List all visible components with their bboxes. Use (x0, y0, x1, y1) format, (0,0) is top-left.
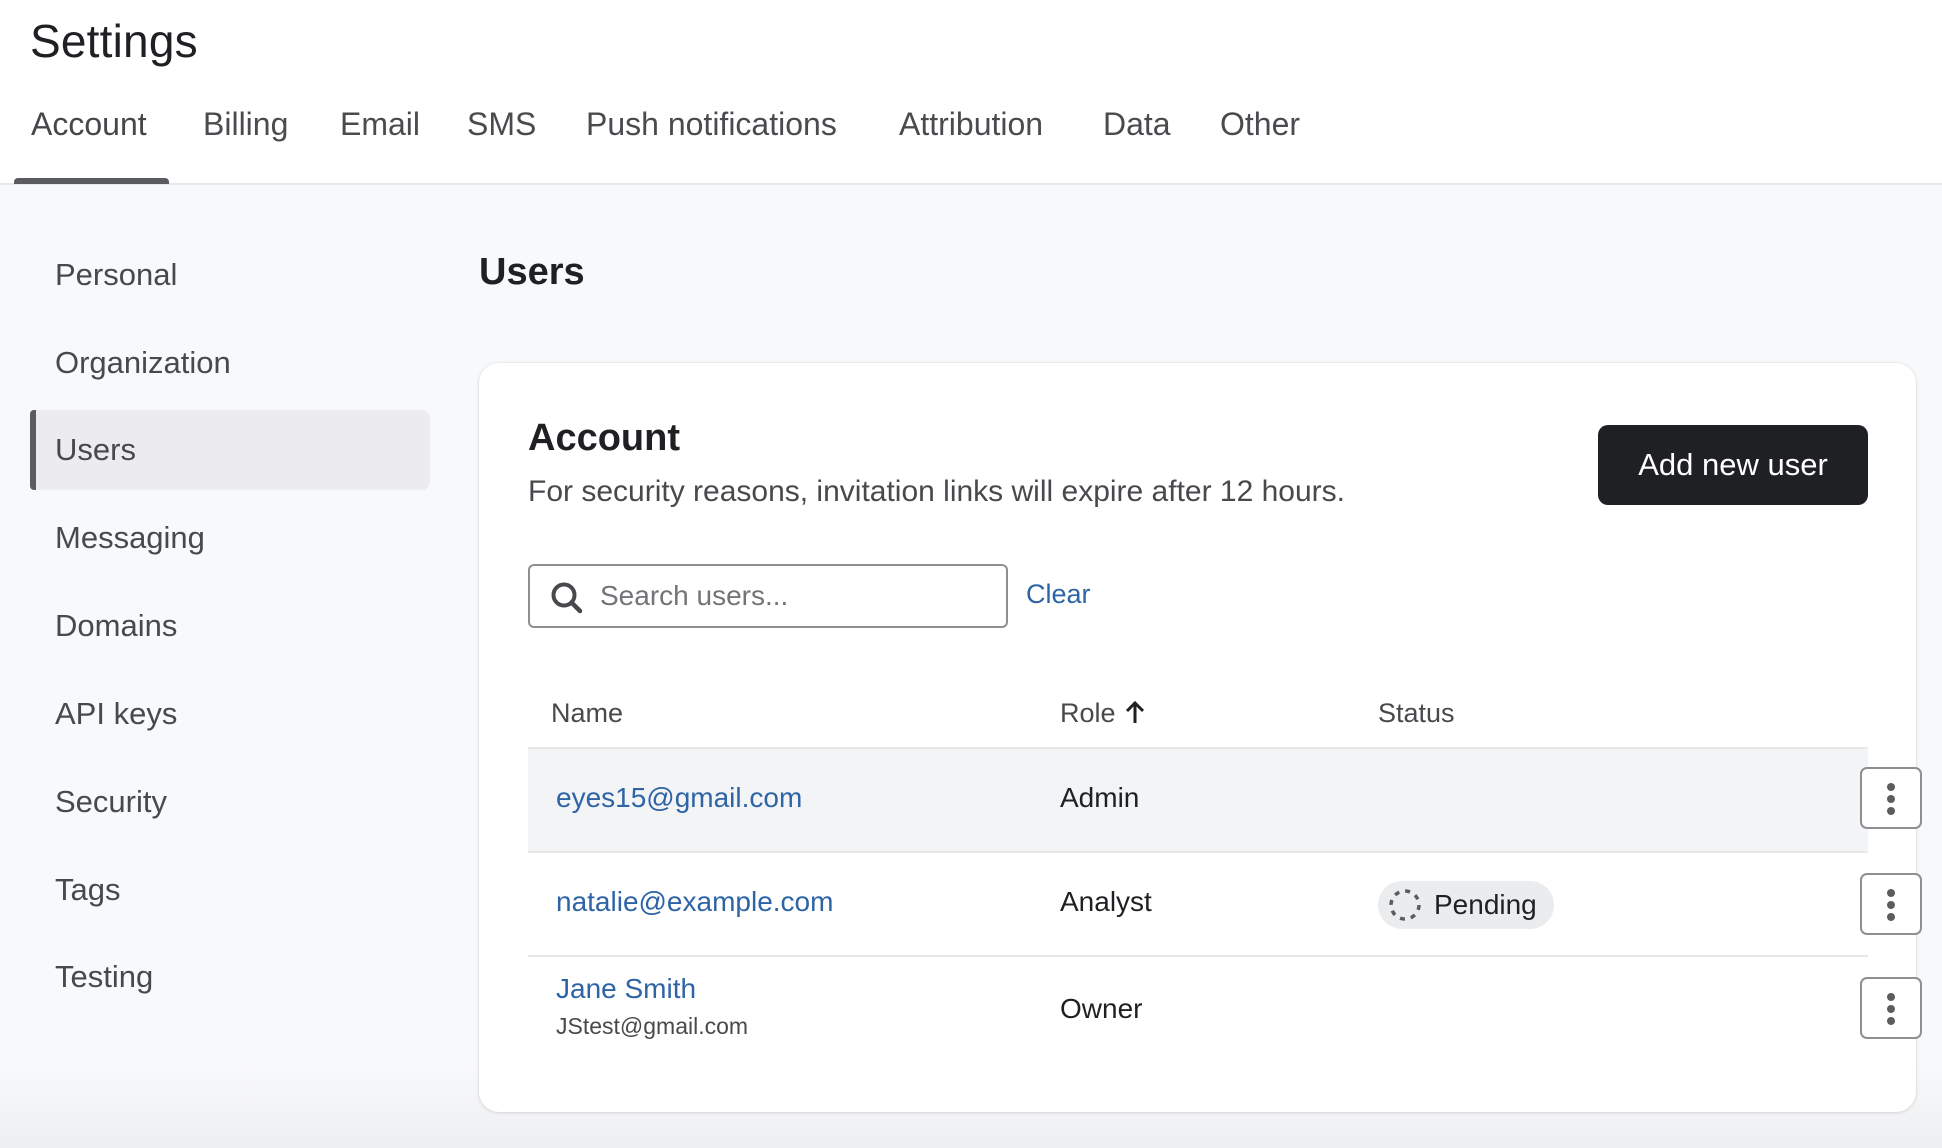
row-actions-button[interactable] (1860, 977, 1922, 1039)
row-actions-button[interactable] (1860, 767, 1922, 829)
tab-billing[interactable]: Billing (203, 106, 288, 184)
active-tab-indicator (14, 178, 169, 184)
sidebar-item-users[interactable]: Users (30, 410, 430, 490)
column-header-role[interactable]: Role (1060, 679, 1146, 747)
status-label: Pending (1434, 889, 1537, 920)
tab-push-notifications[interactable]: Push notifications (586, 106, 837, 184)
user-email: JStest@gmail.com (556, 1013, 749, 1039)
settings-header: Settings Account Billing Email SMS Push … (0, 0, 1942, 185)
tab-data[interactable]: Data (1103, 106, 1171, 184)
user-name-link[interactable]: natalie@example.com (556, 886, 833, 918)
card-description: For security reasons, invitation links w… (528, 475, 1346, 508)
table-header-row: Name Role Status (528, 679, 1868, 749)
tab-other[interactable]: Other (1220, 106, 1300, 184)
main-area: Personal Organization Users Messaging Do… (0, 185, 1942, 1148)
clear-search-link[interactable]: Clear (1026, 579, 1091, 610)
tab-sms[interactable]: SMS (467, 106, 536, 184)
tab-attribution[interactable]: Attribution (899, 106, 1043, 184)
pending-dashed-circle-icon (1389, 889, 1421, 921)
search-input[interactable] (600, 572, 995, 620)
sidebar-item-domains[interactable]: Domains (30, 586, 430, 666)
search-field[interactable] (528, 564, 1008, 628)
sort-ascending-icon (1125, 700, 1144, 723)
user-name-link[interactable]: eyes15@gmail.com (556, 782, 802, 814)
user-role: Analyst (1060, 886, 1152, 917)
page-title: Settings (30, 15, 198, 67)
user-role: Admin (1060, 782, 1140, 813)
tab-account[interactable]: Account (31, 106, 147, 184)
tab-email[interactable]: Email (340, 106, 420, 184)
column-header-status: Status (1378, 698, 1455, 728)
sidebar-item-security[interactable]: Security (30, 762, 430, 842)
account-users-card: Account For security reasons, invitation… (479, 363, 1922, 1112)
sidebar-item-organization[interactable]: Organization (30, 323, 430, 403)
user-name-link[interactable]: Jane Smith (556, 973, 696, 1005)
table-row: eyes15@gmail.com Admin (528, 749, 1922, 853)
user-role: Owner (1060, 993, 1143, 1024)
search-icon (551, 582, 583, 614)
table-row: natalie@example.com Analyst Pending (528, 853, 1922, 957)
more-vertical-icon (1887, 889, 1895, 921)
more-vertical-icon (1887, 993, 1895, 1025)
column-header-role-label: Role (1060, 698, 1116, 728)
more-vertical-icon (1887, 783, 1895, 815)
sidebar-item-personal[interactable]: Personal (30, 235, 430, 315)
sidebar-item-tags[interactable]: Tags (30, 850, 430, 930)
row-actions-button[interactable] (1860, 873, 1922, 935)
sidebar-item-testing[interactable]: Testing (30, 937, 430, 1017)
table-row: Jane Smith JStest@gmail.com Owner (528, 957, 1922, 1061)
status-badge: Pending (1378, 881, 1554, 929)
section-title: Users (479, 251, 585, 293)
sidebar-item-messaging[interactable]: Messaging (30, 498, 430, 578)
sidebar-item-api-keys[interactable]: API keys (30, 674, 430, 754)
add-new-user-button[interactable]: Add new user (1598, 425, 1868, 505)
column-header-name[interactable]: Name (551, 679, 623, 747)
card-title: Account (528, 417, 680, 459)
